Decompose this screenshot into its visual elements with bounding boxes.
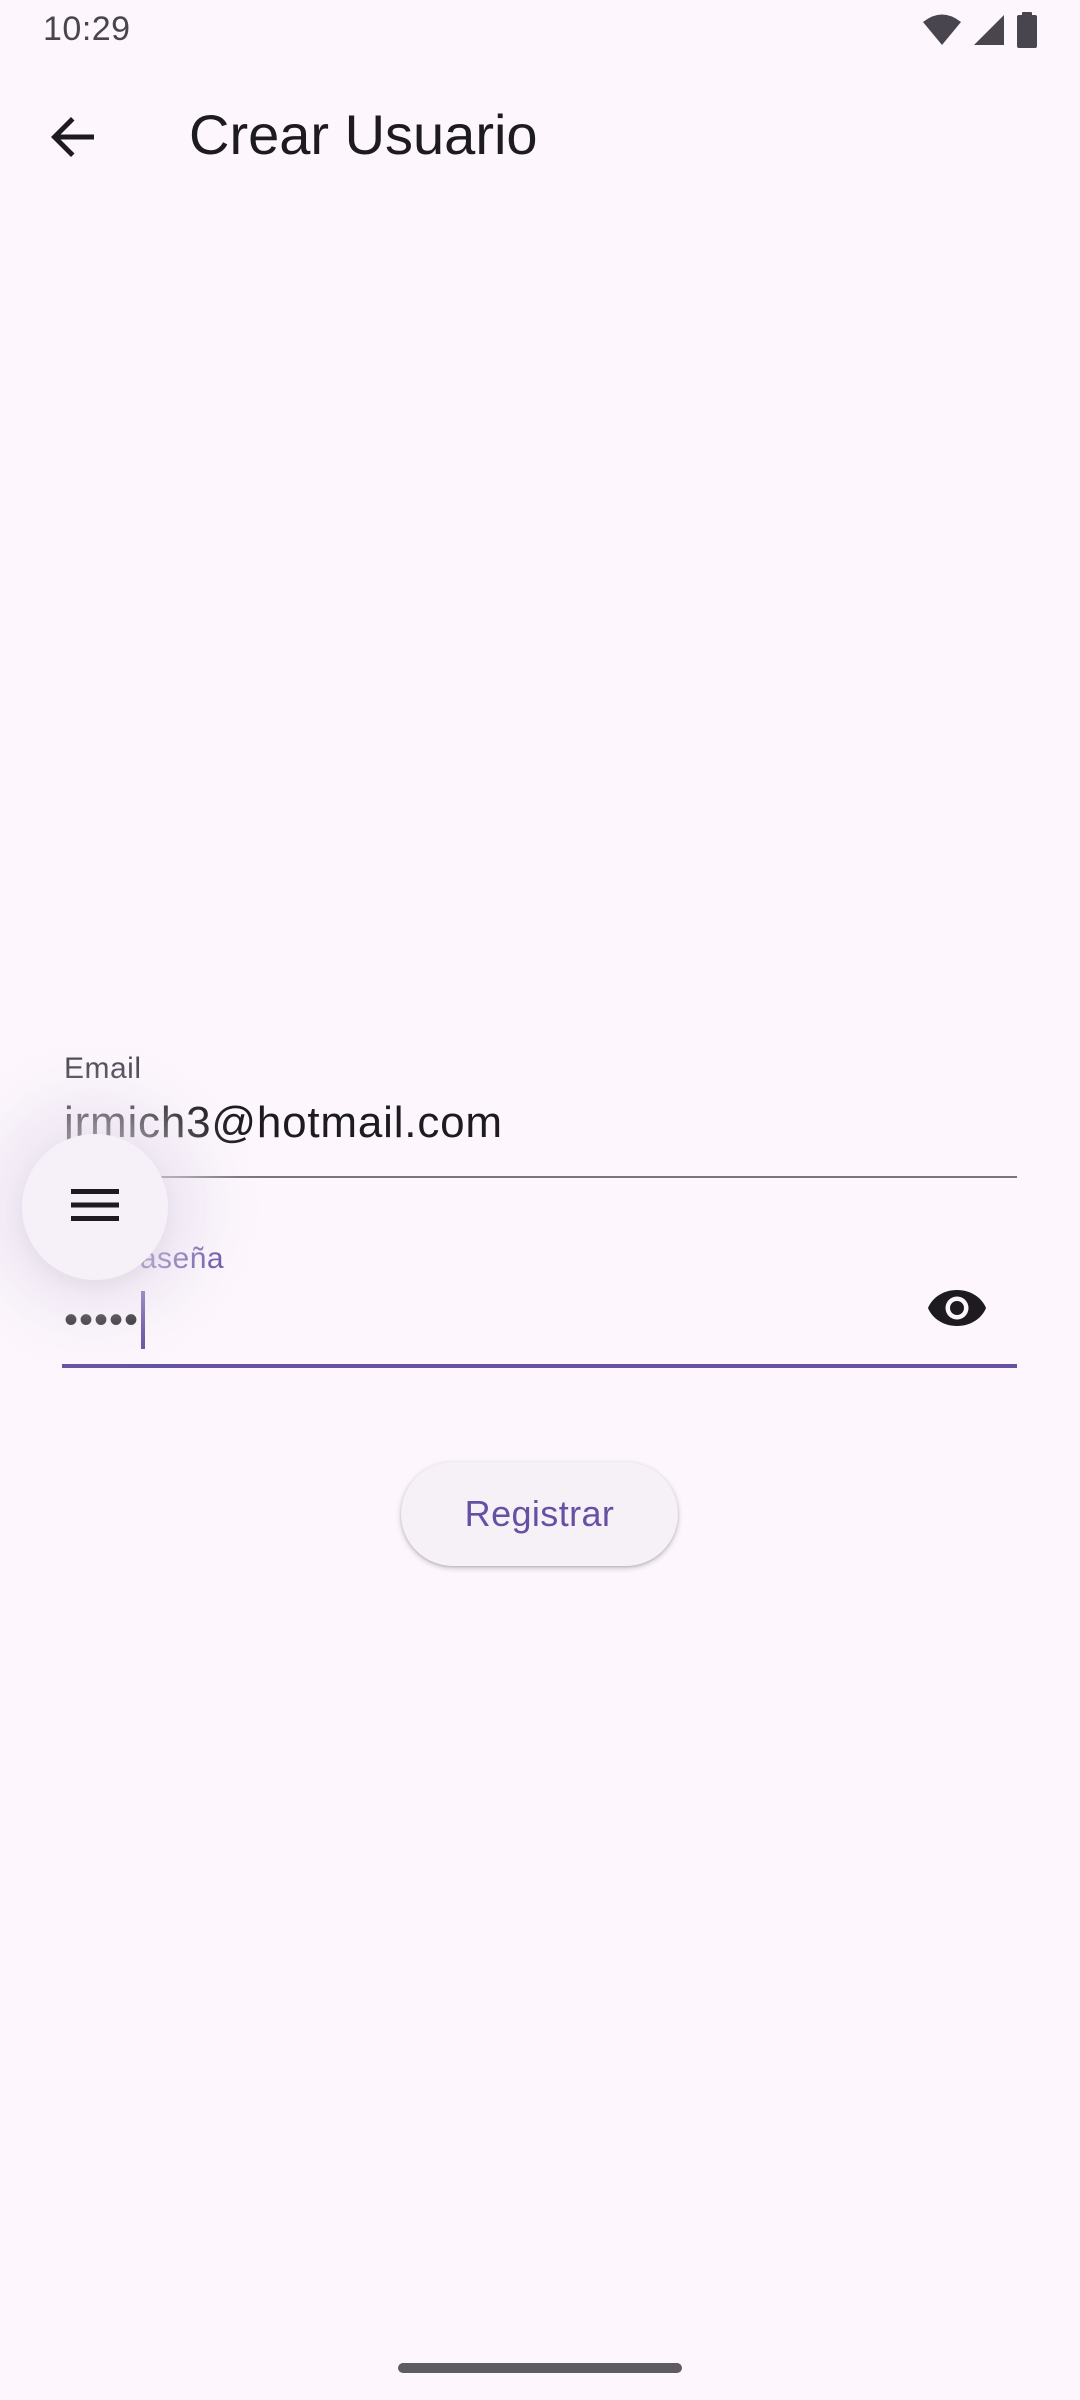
wifi-icon	[922, 13, 962, 52]
email-label: Email	[64, 1052, 142, 1085]
register-button-label: Registrar	[464, 1493, 615, 1534]
password-input[interactable]: •••••	[64, 1290, 146, 1350]
battery-icon	[1016, 12, 1038, 53]
menu-icon	[71, 1187, 119, 1228]
status-icons	[922, 12, 1038, 53]
text-cursor	[141, 1291, 146, 1349]
arrow-back-icon	[50, 114, 96, 165]
email-input[interactable]: jrmich3@hotmail.com	[64, 1098, 503, 1148]
status-bar: 10:29	[0, 0, 1080, 62]
home-indicator[interactable]	[398, 2363, 682, 2373]
register-button[interactable]: Registrar	[401, 1462, 678, 1566]
password-field[interactable]: Contraseña •••••	[62, 1232, 1017, 1368]
password-underline	[62, 1364, 1017, 1368]
email-underline	[62, 1176, 1017, 1178]
password-visibility-toggle[interactable]	[919, 1272, 995, 1348]
signal-icon	[972, 13, 1006, 52]
eye-icon	[927, 1288, 987, 1333]
app-bar: Crear Usuario	[0, 62, 1080, 210]
password-value: •••••	[64, 1298, 140, 1342]
email-field[interactable]: Email jrmich3@hotmail.com	[62, 1042, 1017, 1178]
page-title: Crear Usuario	[189, 103, 538, 166]
status-time: 10:29	[43, 10, 131, 48]
back-button[interactable]	[34, 100, 112, 178]
menu-button[interactable]	[22, 1134, 168, 1280]
